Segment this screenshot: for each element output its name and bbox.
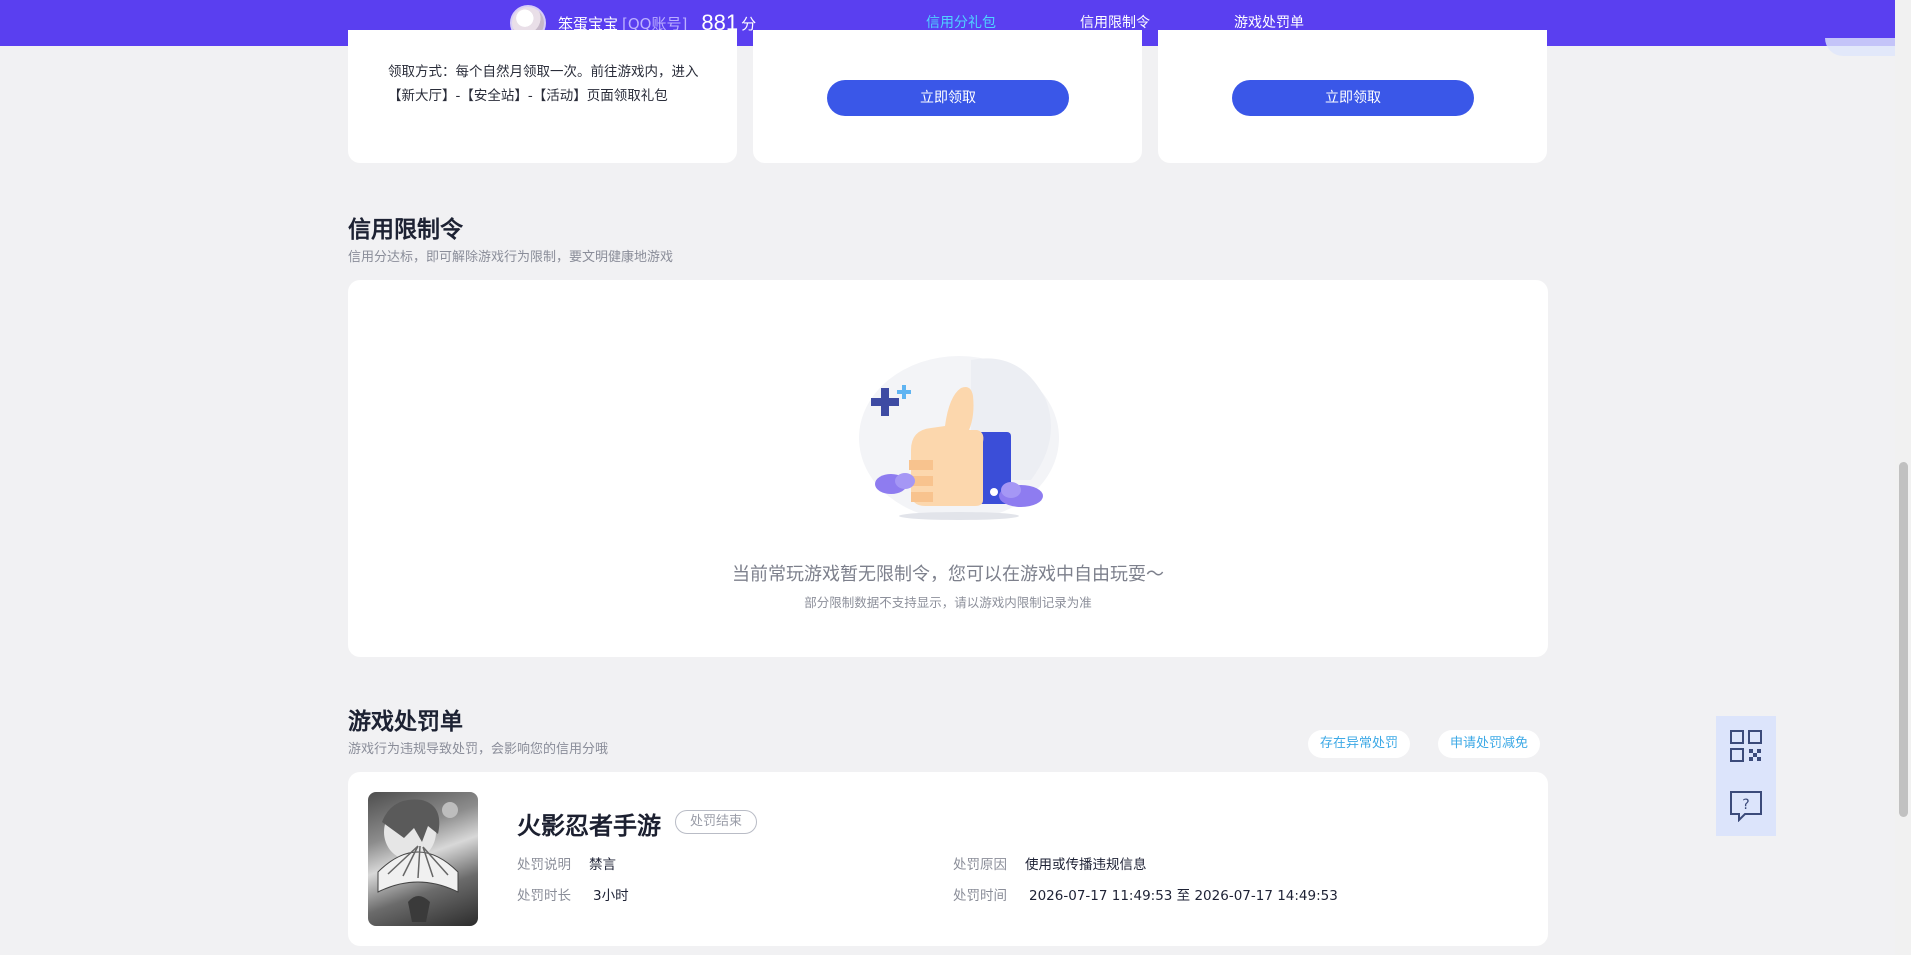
gift-claim-description: 领取方式：每个自然月领取一次。前往游戏内，进入【新大厅】-【安全站】-【活动】页… — [388, 64, 699, 104]
corner-decoration — [1825, 38, 1895, 56]
penalty-game-name: 火影忍者手游 — [517, 812, 661, 840]
penalty-section-title: 游戏处罚单 — [348, 709, 463, 735]
ninja-character-icon — [377, 799, 459, 922]
page-scrollbar-thumb[interactable] — [1899, 462, 1908, 817]
penalty-desc-value: 禁言 — [589, 857, 616, 873]
svg-text:?: ? — [1742, 797, 1749, 813]
thumbs-up-illustration-icon — [859, 356, 1059, 520]
penalty-duration-label: 处罚时长 — [517, 888, 571, 904]
restriction-section-subtitle: 信用分达标，即可解除游戏行为限制，要文明健康地游戏 — [348, 250, 674, 265]
gift-card-1: 领取方式：每个自然月领取一次。前往游戏内，进入【新大厅】-【安全站】-【活动】页… — [348, 30, 737, 163]
penalty-item-card[interactable]: 火影忍者手游 处罚结束 处罚说明 禁言 处罚时长 3小时 处罚原因 使用或传播违… — [348, 772, 1548, 946]
gift-card-2: 立即领取 — [753, 30, 1142, 163]
penalty-section-subtitle: 游戏行为违规导致处罚，会影响您的信用分哦 — [348, 742, 609, 757]
help-chat-icon: ? — [1730, 791, 1762, 822]
empty-restriction-note: 部分限制数据不支持显示，请以游戏内限制记录为准 — [804, 595, 1092, 610]
penalty-reason-label: 处罚原因 — [953, 857, 1007, 873]
penalty-desc-label: 处罚说明 — [517, 857, 571, 873]
penalty-duration-value: 3小时 — [593, 888, 629, 904]
qr-code-icon — [1730, 730, 1762, 762]
restriction-section-title: 信用限制令 — [348, 217, 463, 243]
penalty-reason-value: 使用或传播违规信息 — [1025, 857, 1147, 873]
abnormal-penalty-button[interactable]: 存在异常处罚 — [1308, 730, 1411, 758]
game-cover-image — [368, 792, 478, 926]
qr-code-button[interactable] — [1716, 716, 1776, 776]
claim-button-2[interactable]: 立即领取 — [1232, 80, 1474, 116]
penalty-status-badge: 处罚结束 — [675, 810, 758, 834]
help-button[interactable]: ? — [1716, 776, 1776, 836]
penalty-time-value: 2026-07-17 11:49:53 至 2026-07-17 14:49:5… — [1029, 888, 1338, 904]
appeal-penalty-button[interactable]: 申请处罚减免 — [1438, 730, 1541, 758]
claim-button-1[interactable]: 立即领取 — [827, 80, 1069, 116]
restriction-card: 当前常玩游戏暂无限制令，您可以在游戏中自由玩耍～ 部分限制数据不支持显示，请以游… — [348, 280, 1548, 657]
gift-card-3: 立即领取 — [1158, 30, 1547, 163]
empty-restriction-message: 当前常玩游戏暂无限制令，您可以在游戏中自由玩耍～ — [732, 564, 1164, 585]
penalty-time-label: 处罚时间 — [953, 888, 1007, 904]
